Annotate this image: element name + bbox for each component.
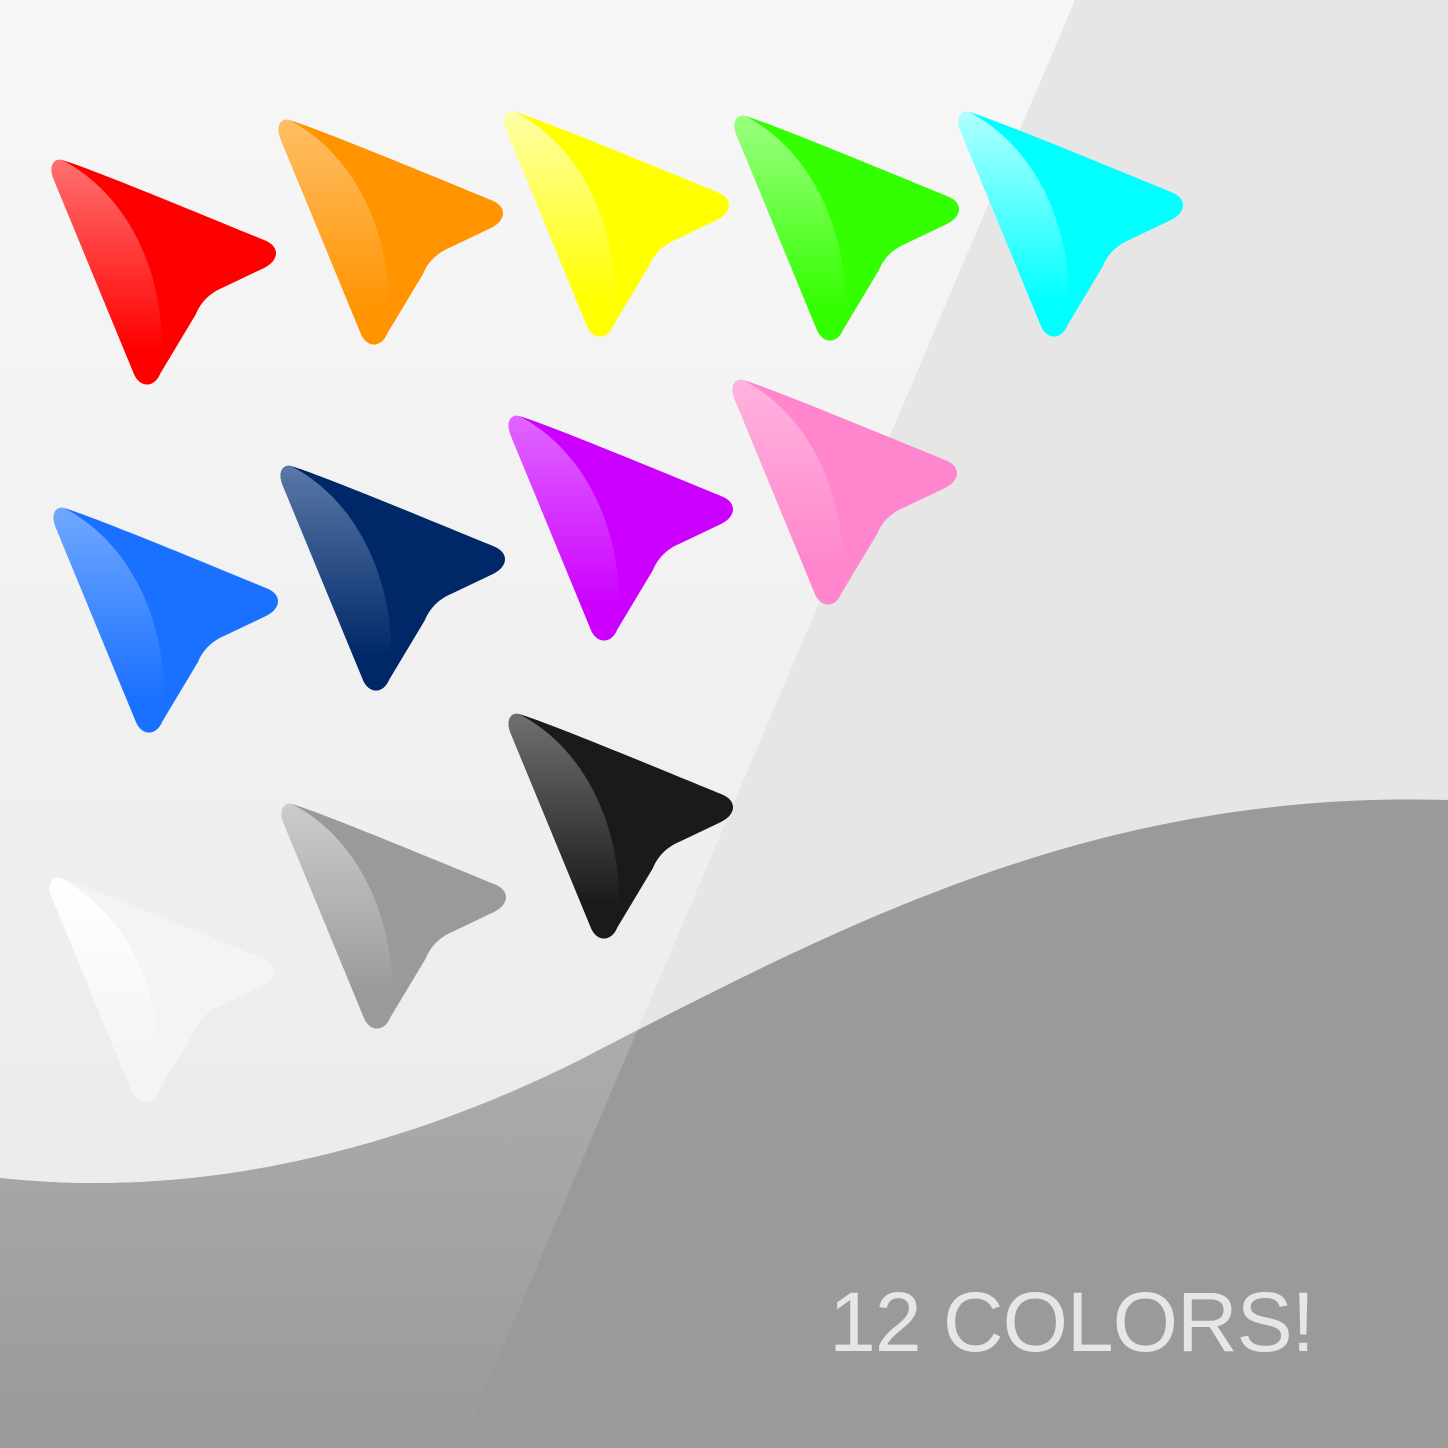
promo-canvas: 12 COLORS!: [0, 0, 1448, 1448]
cursor-artwork: [0, 0, 1448, 1448]
colors-caption: 12 COLORS!: [829, 1275, 1315, 1369]
